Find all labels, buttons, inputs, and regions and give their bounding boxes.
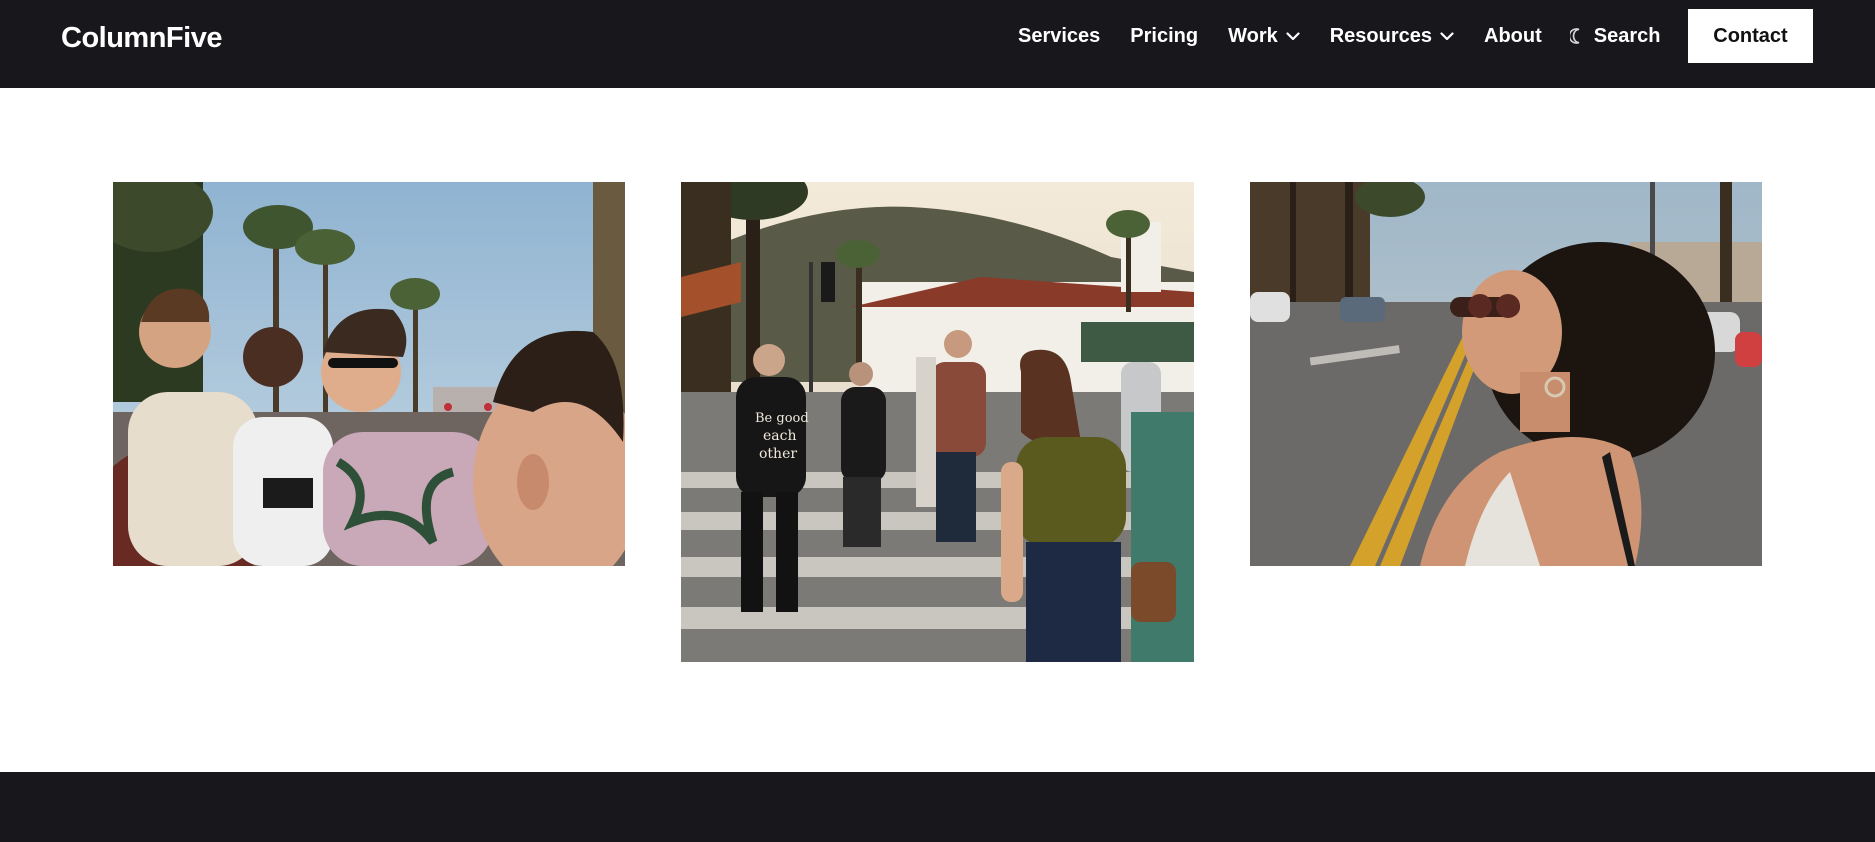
gallery-photo-group xyxy=(113,182,625,566)
svg-text:each: each xyxy=(763,428,797,444)
nav-pricing-label: Pricing xyxy=(1130,24,1199,47)
nav-services[interactable]: Services xyxy=(1018,25,1100,48)
contact-button[interactable]: Contact xyxy=(1688,9,1813,63)
nav-resources[interactable]: Resources xyxy=(1330,25,1454,48)
search-label: Search xyxy=(1593,24,1661,47)
site-header: ColumnFive Services Pricing Work Resourc… xyxy=(0,0,1875,88)
search-button[interactable]: Search xyxy=(1569,24,1661,48)
nav-about[interactable]: About xyxy=(1484,25,1542,48)
site-footer xyxy=(0,772,1875,842)
nav-resources-label: Resources xyxy=(1329,24,1433,47)
chevron-down-icon xyxy=(1440,31,1454,41)
main-nav: Services Pricing Work Resources About Se… xyxy=(1018,0,1691,72)
moon-icon[interactable] xyxy=(1569,28,1584,44)
nav-work-label: Work xyxy=(1228,24,1278,47)
nav-work[interactable]: Work xyxy=(1228,25,1300,48)
nav-about-label: About xyxy=(1484,24,1542,47)
nav-services-label: Services xyxy=(1018,24,1101,47)
svg-text:Be good: Be good xyxy=(755,411,809,426)
nav-pricing[interactable]: Pricing xyxy=(1130,25,1198,48)
gallery-photo-crosswalk: Be good each other xyxy=(681,182,1194,662)
site-logo[interactable]: ColumnFive xyxy=(61,22,222,55)
gallery-photo-portrait xyxy=(1250,182,1762,566)
chevron-down-icon xyxy=(1286,31,1300,41)
svg-text:other: other xyxy=(759,446,797,462)
